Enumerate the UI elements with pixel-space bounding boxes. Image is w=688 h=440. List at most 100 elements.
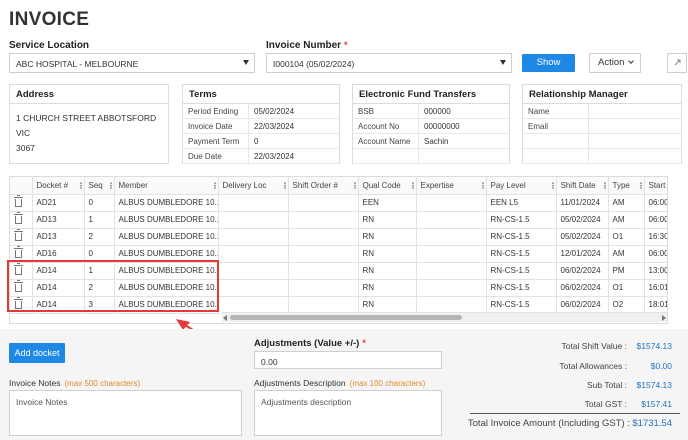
column-header-member[interactable]: Member xyxy=(114,177,219,195)
column-menu-icon[interactable] xyxy=(639,182,642,189)
table-cell xyxy=(288,228,359,246)
table-cell: RN xyxy=(358,228,417,246)
horizontal-scrollbar[interactable] xyxy=(222,312,667,322)
column-header-label: Qual Code xyxy=(362,180,401,190)
column-header-label: Shift Order # xyxy=(292,180,338,190)
grand-total-label: Total Invoice Amount (Including GST) : xyxy=(467,418,630,429)
column-menu-icon[interactable] xyxy=(109,182,112,189)
column-menu-icon[interactable] xyxy=(213,182,216,189)
add-docket-button[interactable]: Add docket xyxy=(9,343,65,363)
service-location-select[interactable]: ABC HOSPITAL - MELBOURNE xyxy=(9,53,255,73)
table-cell: O2 xyxy=(608,296,645,314)
invoice-notes-textarea[interactable]: Invoice Notes xyxy=(9,390,242,436)
table-cell: 06:00 xyxy=(644,245,667,263)
eft-row: BSB 000000 xyxy=(353,104,509,119)
column-header-label: Member xyxy=(118,180,148,190)
column-menu-icon[interactable] xyxy=(411,182,414,189)
column-header-pay-level[interactable]: Pay Level xyxy=(486,177,557,195)
adjustments-input[interactable]: 0.00 xyxy=(254,351,442,369)
action-label: Action xyxy=(598,57,625,68)
open-external-button[interactable] xyxy=(667,53,687,73)
trash-icon[interactable] xyxy=(14,228,23,241)
column-menu-icon[interactable] xyxy=(79,182,82,189)
trash-icon[interactable] xyxy=(14,245,23,258)
delete-cell[interactable] xyxy=(10,194,33,212)
trash-icon[interactable] xyxy=(14,211,23,224)
column-header-shift-order[interactable]: Shift Order # xyxy=(288,177,359,195)
trash-icon[interactable] xyxy=(14,194,23,207)
table-cell: RN xyxy=(358,296,417,314)
show-button[interactable]: Show xyxy=(522,54,575,72)
chevron-down-icon xyxy=(628,58,635,64)
action-dropdown-button[interactable]: Action xyxy=(589,53,641,73)
table-cell: 13:00 xyxy=(644,262,667,280)
relationship-value xyxy=(589,134,594,148)
column-header-shift-date[interactable]: Shift Date xyxy=(556,177,609,195)
table-cell: RN-CS-1.5 xyxy=(486,296,557,314)
table-cell: 12/01/2024 xyxy=(556,245,609,263)
terms-key: Period Ending xyxy=(183,104,249,118)
table-cell xyxy=(416,211,487,229)
column-menu-icon[interactable] xyxy=(603,182,606,189)
table-cell xyxy=(288,262,359,280)
eft-key xyxy=(353,149,419,163)
table-row[interactable]: AD13 1 ALBUS DUMBLEDORE 10... RN RN-CS-1.5 05… xyxy=(10,211,667,229)
column-header-seq[interactable]: Seq xyxy=(84,177,115,195)
terms-value: 0 xyxy=(254,137,259,146)
table-header-row: Docket # Seq Member Delivery Loc Shift O… xyxy=(10,177,667,195)
table-cell: 05/02/2024 xyxy=(556,211,609,229)
relationship-value xyxy=(589,149,594,163)
delete-cell[interactable] xyxy=(10,211,33,229)
terms-panel: Terms Period Ending 05/02/2024 Invoice Da… xyxy=(182,84,340,164)
column-header-docket[interactable]: Docket # xyxy=(32,177,85,195)
column-header-expertise[interactable]: Expertise xyxy=(416,177,487,195)
table-row[interactable]: AD21 0 ALBUS DUMBLEDORE 10... EEN EEN L5 11/0… xyxy=(10,194,667,212)
table-cell xyxy=(416,279,487,297)
table-cell xyxy=(416,228,487,246)
delete-cell[interactable] xyxy=(10,228,33,246)
total-label: Sub Total : xyxy=(586,380,627,390)
invoice-number-label-text: Invoice Number xyxy=(266,40,342,51)
column-menu-icon[interactable] xyxy=(283,182,286,189)
terms-row: Period Ending 05/02/2024 xyxy=(183,104,339,119)
relationship-key xyxy=(523,134,589,148)
invoice-number-select[interactable]: I000104 (05/02/2024) xyxy=(266,53,512,73)
table-cell: 06:00 xyxy=(644,211,667,229)
table-cell: RN xyxy=(358,211,417,229)
service-location-label: Service Location xyxy=(9,40,90,51)
column-menu-icon[interactable] xyxy=(551,182,554,189)
eft-title: Electronic Fund Transfers xyxy=(353,85,509,104)
adjustments-description-textarea[interactable]: Adjustments description xyxy=(254,390,442,436)
table-cell: O1 xyxy=(608,279,645,297)
table-cell xyxy=(416,262,487,280)
external-link-icon xyxy=(674,59,681,66)
adjustments-label: Adjustments (Value +/-) * xyxy=(254,338,366,349)
table-cell xyxy=(218,296,289,314)
chevron-down-icon xyxy=(500,60,506,65)
eft-row: Account No 00000000 xyxy=(353,119,509,134)
terms-row: Payment Term 0 xyxy=(183,134,339,149)
column-header-label: Start xyxy=(648,180,666,190)
column-header-qual-code[interactable]: Qual Code xyxy=(358,177,417,195)
relationship-row: Name xyxy=(523,104,681,119)
total-value: $0.00 xyxy=(650,361,672,371)
scroll-right-icon[interactable] xyxy=(662,315,666,321)
relationship-key: Name xyxy=(523,104,589,118)
total-value: $157.41 xyxy=(641,399,672,409)
column-header-label: Delivery Loc xyxy=(222,180,267,190)
table-cell: 06/02/2024 xyxy=(556,296,609,314)
column-menu-icon[interactable] xyxy=(353,182,356,189)
column-header-delivery-loc[interactable]: Delivery Loc xyxy=(218,177,289,195)
column-header-label: Docket # xyxy=(36,180,69,190)
eft-value: Sachin xyxy=(424,137,449,146)
service-location-value: ABC HOSPITAL - MELBOURNE xyxy=(16,59,139,69)
terms-key: Invoice Date xyxy=(183,119,249,133)
column-header-type[interactable]: Type xyxy=(608,177,645,195)
table-cell xyxy=(416,296,487,314)
eft-row xyxy=(353,149,509,164)
column-header-start[interactable]: Start xyxy=(644,177,667,195)
total-value: $1574.13 xyxy=(636,341,672,351)
table-cell xyxy=(416,245,487,263)
table-row[interactable]: AD13 2 ALBUS DUMBLEDORE 10... RN RN-CS-1.5 05… xyxy=(10,228,667,246)
column-menu-icon[interactable] xyxy=(481,182,484,189)
